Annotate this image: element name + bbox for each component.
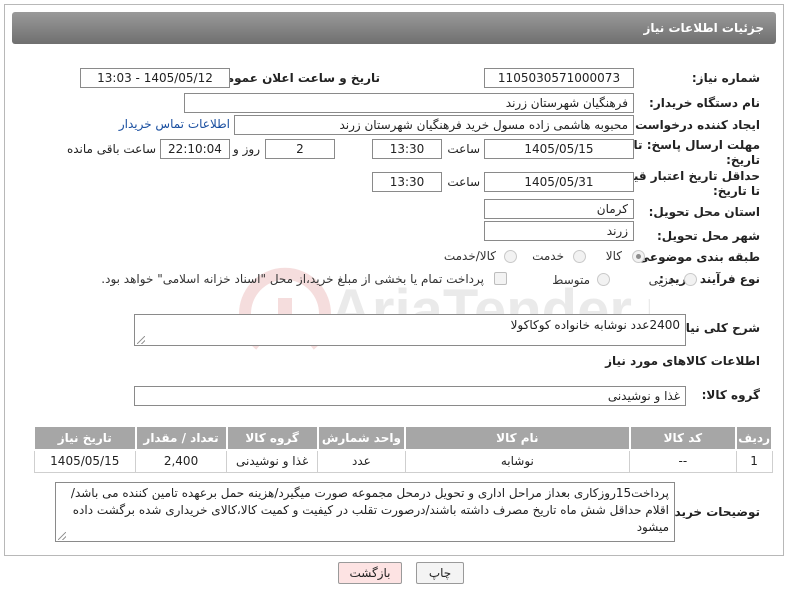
description-textarea[interactable]: 2400عدد نوشابه خانواده کوکاکولا	[134, 314, 686, 346]
cell-group: غذا و نوشیدنی	[226, 449, 319, 473]
announce-datetime-field: 1405/05/12 - 13:03	[80, 68, 230, 88]
buyer-org-label: نام دستگاه خریدار:	[649, 96, 760, 110]
cell-unit: عدد	[317, 449, 406, 473]
reply-deadline-label: مهلت ارسال پاسخ: تا	[633, 138, 761, 152]
city-label: شهر محل تحویل:	[656, 229, 760, 243]
col-quantity: تعداد / مقدار	[134, 425, 228, 451]
buyer-contact-link[interactable]: اطلاعات تماس خریدار	[119, 117, 230, 131]
reply-remaining-field: 22:10:04	[160, 139, 230, 159]
col-group: گروه کالا	[225, 425, 319, 451]
purchase-type-option-minor: جزیی	[648, 273, 676, 287]
category-radio-goods[interactable]	[632, 250, 645, 263]
category-option-service: خدمت	[532, 249, 564, 263]
reply-time-label: ساعت	[447, 142, 480, 156]
goods-table-header: ردیف کد کالا نام کالا واحد شمارش گروه کا…	[33, 425, 773, 451]
reply-time-field: 13:30	[372, 139, 442, 159]
resize-grip-icon[interactable]	[58, 532, 66, 540]
col-code: کد کالا	[628, 425, 738, 451]
treasury-payment-checkbox[interactable]	[494, 272, 507, 285]
col-need-date: تاریخ نیاز	[33, 425, 137, 451]
description-text: 2400عدد نوشابه خانواده کوکاکولا	[510, 318, 680, 332]
need-number-field: 1105030571000073	[484, 68, 634, 88]
back-button[interactable]: بازگشت	[338, 562, 402, 584]
page-title: جزئیات اطلاعات نیاز	[643, 21, 764, 35]
treasury-payment-note: پرداخت تمام یا بخشی از مبلغ خرید،از محل …	[101, 272, 484, 286]
col-unit: واحد شمارش	[316, 425, 407, 451]
category-option-both: کالا/خدمت	[443, 249, 496, 263]
buyer-notes-textarea[interactable]: پرداخت15روزکاری بعداز مراحل اداری و تحوی…	[55, 482, 675, 542]
requester-field: محبوبه هاشمی زاده مسول خرید فرهنگیان شهر…	[234, 115, 634, 135]
price-validity-label-2: تا تاریخ:	[712, 184, 760, 198]
requester-label: ایجاد کننده درخواست:	[630, 118, 760, 132]
reply-deadline-label-2: تاریخ:	[726, 153, 760, 167]
cell-need-date: 1405/05/15	[33, 449, 137, 473]
reply-days-label: روز و	[233, 142, 260, 156]
price-validity-time-label: ساعت	[447, 175, 480, 189]
cell-code: --	[629, 449, 737, 473]
category-option-goods: کالا	[605, 249, 622, 263]
buyer-org-field: فرهنگیان شهرستان زرند	[184, 93, 634, 113]
category-radio-service[interactable]	[573, 250, 586, 263]
price-validity-date-field: 1405/05/31	[484, 172, 634, 192]
city-field: زرند	[484, 221, 634, 241]
reply-date-field: 1405/05/15	[484, 139, 634, 159]
reply-remaining-label: ساعت باقی مانده	[66, 142, 156, 156]
col-name: نام کالا	[404, 425, 631, 451]
purchase-type-radio-minor[interactable]	[684, 273, 697, 286]
buyer-notes-text: پرداخت15روزکاری بعداز مراحل اداری و تحوی…	[70, 486, 669, 534]
goods-section-title: اطلاعات کالاهای مورد نیاز	[605, 354, 760, 368]
goods-table: ردیف کد کالا نام کالا واحد شمارش گروه کا…	[33, 425, 773, 473]
category-radio-both[interactable]	[504, 250, 517, 263]
goods-group-field: غذا و نوشیدنی	[134, 386, 686, 406]
page-header: جزئیات اطلاعات نیاز	[12, 12, 776, 44]
description-label: شرح کلی نیاز:	[674, 321, 760, 335]
print-button[interactable]: چاپ	[416, 562, 464, 584]
need-number-label: شماره نیاز:	[691, 71, 760, 85]
reply-days-field: 2	[265, 139, 335, 159]
goods-group-label: گروه کالا:	[701, 388, 760, 402]
province-label: استان محل تحویل:	[648, 205, 760, 219]
resize-grip-icon[interactable]	[137, 336, 145, 344]
province-field: کرمان	[484, 199, 634, 219]
purchase-type-radio-medium[interactable]	[597, 273, 610, 286]
col-row: ردیف	[735, 425, 773, 451]
price-validity-time-field: 13:30	[372, 172, 442, 192]
purchase-type-option-medium: متوسط	[552, 273, 590, 287]
table-row: 1 -- نوشابه عدد غذا و نوشیدنی 2,400 1405…	[33, 449, 773, 473]
announce-datetime-label: تاریخ و ساعت اعلان عمومی:	[209, 71, 380, 85]
category-label: طبقه بندی موضوعی:	[632, 250, 760, 264]
cell-name: نوشابه	[404, 449, 631, 473]
cell-quantity: 2,400	[135, 449, 228, 473]
cell-row: 1	[735, 449, 773, 473]
